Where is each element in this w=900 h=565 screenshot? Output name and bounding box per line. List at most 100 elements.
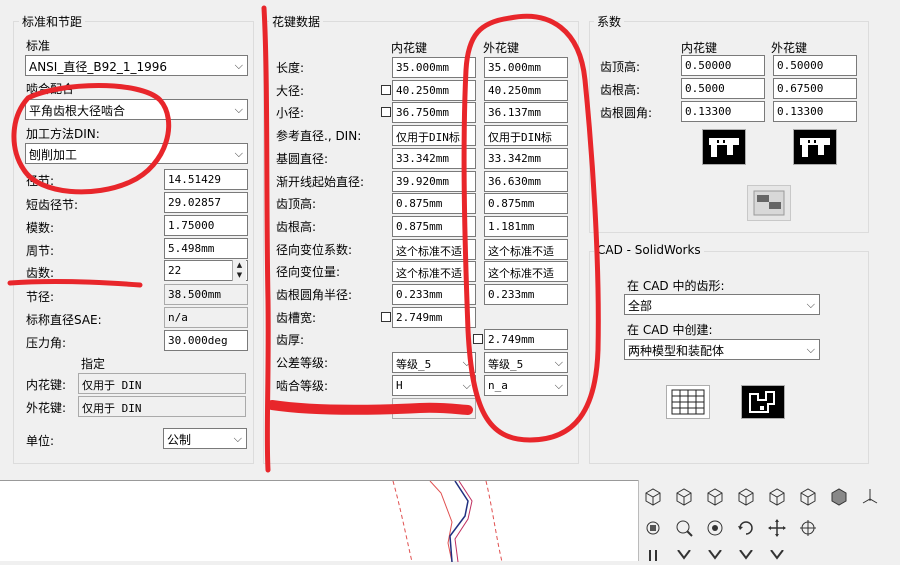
spline-internal-value: 36.750mm — [396, 106, 449, 119]
coef-dedendum-internal[interactable]: 0.5000 — [681, 78, 765, 99]
spline-row-label: 基圆直径: — [276, 152, 329, 166]
spline-external-field[interactable]: 1.181mm — [484, 216, 568, 237]
arrow-tool-icon[interactable] — [704, 550, 726, 561]
spline-external-field[interactable]: 0.233mm — [484, 284, 568, 305]
spline-row-label: 齿根高: — [276, 220, 317, 234]
spline-internal-field[interactable]: 36.750mm — [392, 102, 476, 123]
spline-internal-field[interactable]: 等级_5 ⌵ — [392, 352, 476, 373]
spline-internal-field[interactable]: 0.875mm — [392, 193, 476, 214]
axis-icon[interactable] — [859, 485, 881, 507]
spline-row-label: 齿根圆角半径: — [276, 288, 353, 302]
cube-shaded-icon[interactable] — [828, 485, 850, 507]
layout-button[interactable] — [747, 185, 791, 221]
spline-internal-field[interactable]: 40.250mm — [392, 80, 476, 101]
spline-internal-field[interactable]: 这个标准不适 — [392, 261, 476, 282]
standard-select[interactable]: ANSI_直径_B92_1_1996 ⌵ — [25, 55, 248, 76]
spline-row-label: 公差等级: — [276, 356, 329, 370]
spline-row-label: 啮合等级: — [276, 379, 329, 393]
cube-view-icon[interactable] — [704, 485, 726, 507]
arrow-tool-icon[interactable] — [673, 550, 695, 561]
cad-create-select[interactable]: 两种模型和装配体 ⌵ — [624, 339, 820, 360]
cube-view-icon[interactable] — [735, 485, 757, 507]
spline-external-field[interactable]: 36.630mm — [484, 171, 568, 192]
cad-shape-select[interactable]: 全部 ⌵ — [624, 294, 820, 315]
method-select-value: 刨削加工 — [29, 148, 78, 162]
preview-pane[interactable] — [0, 480, 638, 563]
arrow-tool-icon[interactable] — [642, 550, 664, 561]
table-button[interactable] — [666, 385, 710, 419]
view-select-icon[interactable] — [797, 517, 819, 539]
pressure-angle-field[interactable]: 30.000deg — [164, 330, 248, 351]
spline-external-field[interactable]: 40.250mm — [484, 80, 568, 101]
method-select[interactable]: 刨削加工 ⌵ — [25, 143, 248, 164]
spline-external-field[interactable]: 这个标准不适 — [484, 261, 568, 282]
caliper-icon — [709, 138, 739, 157]
coef-addendum-internal[interactable]: 0.50000 — [681, 55, 765, 76]
lock-checkbox[interactable] — [473, 334, 483, 344]
cube-view-icon[interactable] — [673, 485, 695, 507]
spline-internal-field[interactable]: 2.749mm — [392, 307, 476, 328]
stub-pitch-field[interactable]: 29.02857 — [164, 192, 248, 213]
spline-external-field[interactable]: 2.749mm — [484, 329, 568, 350]
spline-internal-field[interactable]: H ⌵ — [392, 375, 476, 396]
spline-internal-field[interactable]: 33.342mm — [392, 148, 476, 169]
spline-internal-field[interactable]: 35.000mm — [392, 57, 476, 78]
spline-external-value: 35.000mm — [488, 61, 541, 74]
cube-view-icon[interactable] — [766, 485, 788, 507]
unit-select[interactable]: 公制 ⌵ — [163, 428, 247, 449]
spin-down-icon[interactable]: ▼ — [233, 270, 246, 280]
coef-fillet-external[interactable]: 0.13300 — [773, 101, 857, 122]
chevron-down-icon: ⌵ — [233, 432, 242, 445]
spline-internal-field[interactable]: 这个标准不适 — [392, 239, 476, 260]
spline-external-value: 这个标准不适 — [488, 267, 554, 280]
module-field[interactable]: 1.75000 — [164, 215, 248, 236]
spline-internal-field[interactable]: 0.233mm — [392, 284, 476, 305]
spline-external-field[interactable]: 等级_5 ⌵ — [484, 352, 568, 373]
cube-view-icon[interactable] — [642, 485, 664, 507]
spline-external-value: 33.342mm — [488, 152, 541, 165]
spline-external-field[interactable]: 0.875mm — [484, 193, 568, 214]
caliper-external-button[interactable] — [793, 129, 837, 165]
chevron-down-icon: ⌵ — [234, 103, 243, 116]
teeth-spinner[interactable]: ▲ ▼ — [232, 260, 246, 281]
spline-external-field[interactable]: 36.137mm — [484, 102, 568, 123]
coef-fillet-label: 齿根圆角: — [600, 106, 653, 120]
lock-checkbox[interactable] — [381, 85, 391, 95]
circular-pitch-field[interactable]: 5.498mm — [164, 238, 248, 259]
spline-internal-field[interactable]: 仅用于DIN标 — [392, 125, 476, 146]
spline-row-label: 径向变位系数: — [276, 243, 353, 257]
coef-dedendum-external[interactable]: 0.67500 — [773, 78, 857, 99]
cad-shape-value: 全部 — [628, 299, 653, 313]
zoom-icon[interactable] — [673, 517, 695, 539]
zoom-window-icon[interactable] — [704, 517, 726, 539]
spline-profile-button[interactable] — [741, 385, 785, 419]
fit-select[interactable]: 平角齿根大径啮合 ⌵ — [25, 99, 248, 120]
spin-up-icon[interactable]: ▲ — [233, 260, 246, 270]
spline-external-field[interactable]: n_a ⌵ — [484, 375, 568, 396]
arrow-tool-icon[interactable] — [735, 550, 757, 561]
diametral-pitch-field[interactable]: 14.51429 — [164, 169, 248, 190]
coef-addendum-external[interactable]: 0.50000 — [773, 55, 857, 76]
spline-internal-field[interactable]: 0.875mm — [392, 216, 476, 237]
zoom-fit-icon[interactable] — [642, 517, 664, 539]
cad-create-value: 两种模型和装配体 — [628, 344, 725, 358]
spline-external-field[interactable]: 33.342mm — [484, 148, 568, 169]
spline-external-field[interactable]: 35.000mm — [484, 57, 568, 78]
caliper-internal-button[interactable] — [702, 129, 746, 165]
rotate-icon[interactable] — [735, 517, 757, 539]
spline-external-value: 这个标准不适 — [488, 245, 554, 258]
lock-checkbox[interactable] — [381, 107, 391, 117]
diametral-pitch-label: 径节: — [26, 174, 55, 188]
spline-internal-value: 0.875mm — [396, 197, 443, 210]
arrow-tool-icon[interactable] — [766, 550, 788, 561]
spline-external-field[interactable]: 这个标准不适 — [484, 239, 568, 260]
cube-view-icon[interactable] — [797, 485, 819, 507]
lock-checkbox[interactable] — [381, 312, 391, 322]
spline-internal-value: H — [396, 379, 403, 392]
coef-col-external: 外花键 — [771, 41, 808, 55]
pan-icon[interactable] — [766, 517, 788, 539]
internal-spec-field: 仅用于 DIN — [78, 373, 246, 394]
spline-internal-field[interactable]: 39.920mm — [392, 171, 476, 192]
spline-external-field[interactable]: 仅用于DIN标 — [484, 125, 568, 146]
coef-fillet-internal[interactable]: 0.13300 — [681, 101, 765, 122]
